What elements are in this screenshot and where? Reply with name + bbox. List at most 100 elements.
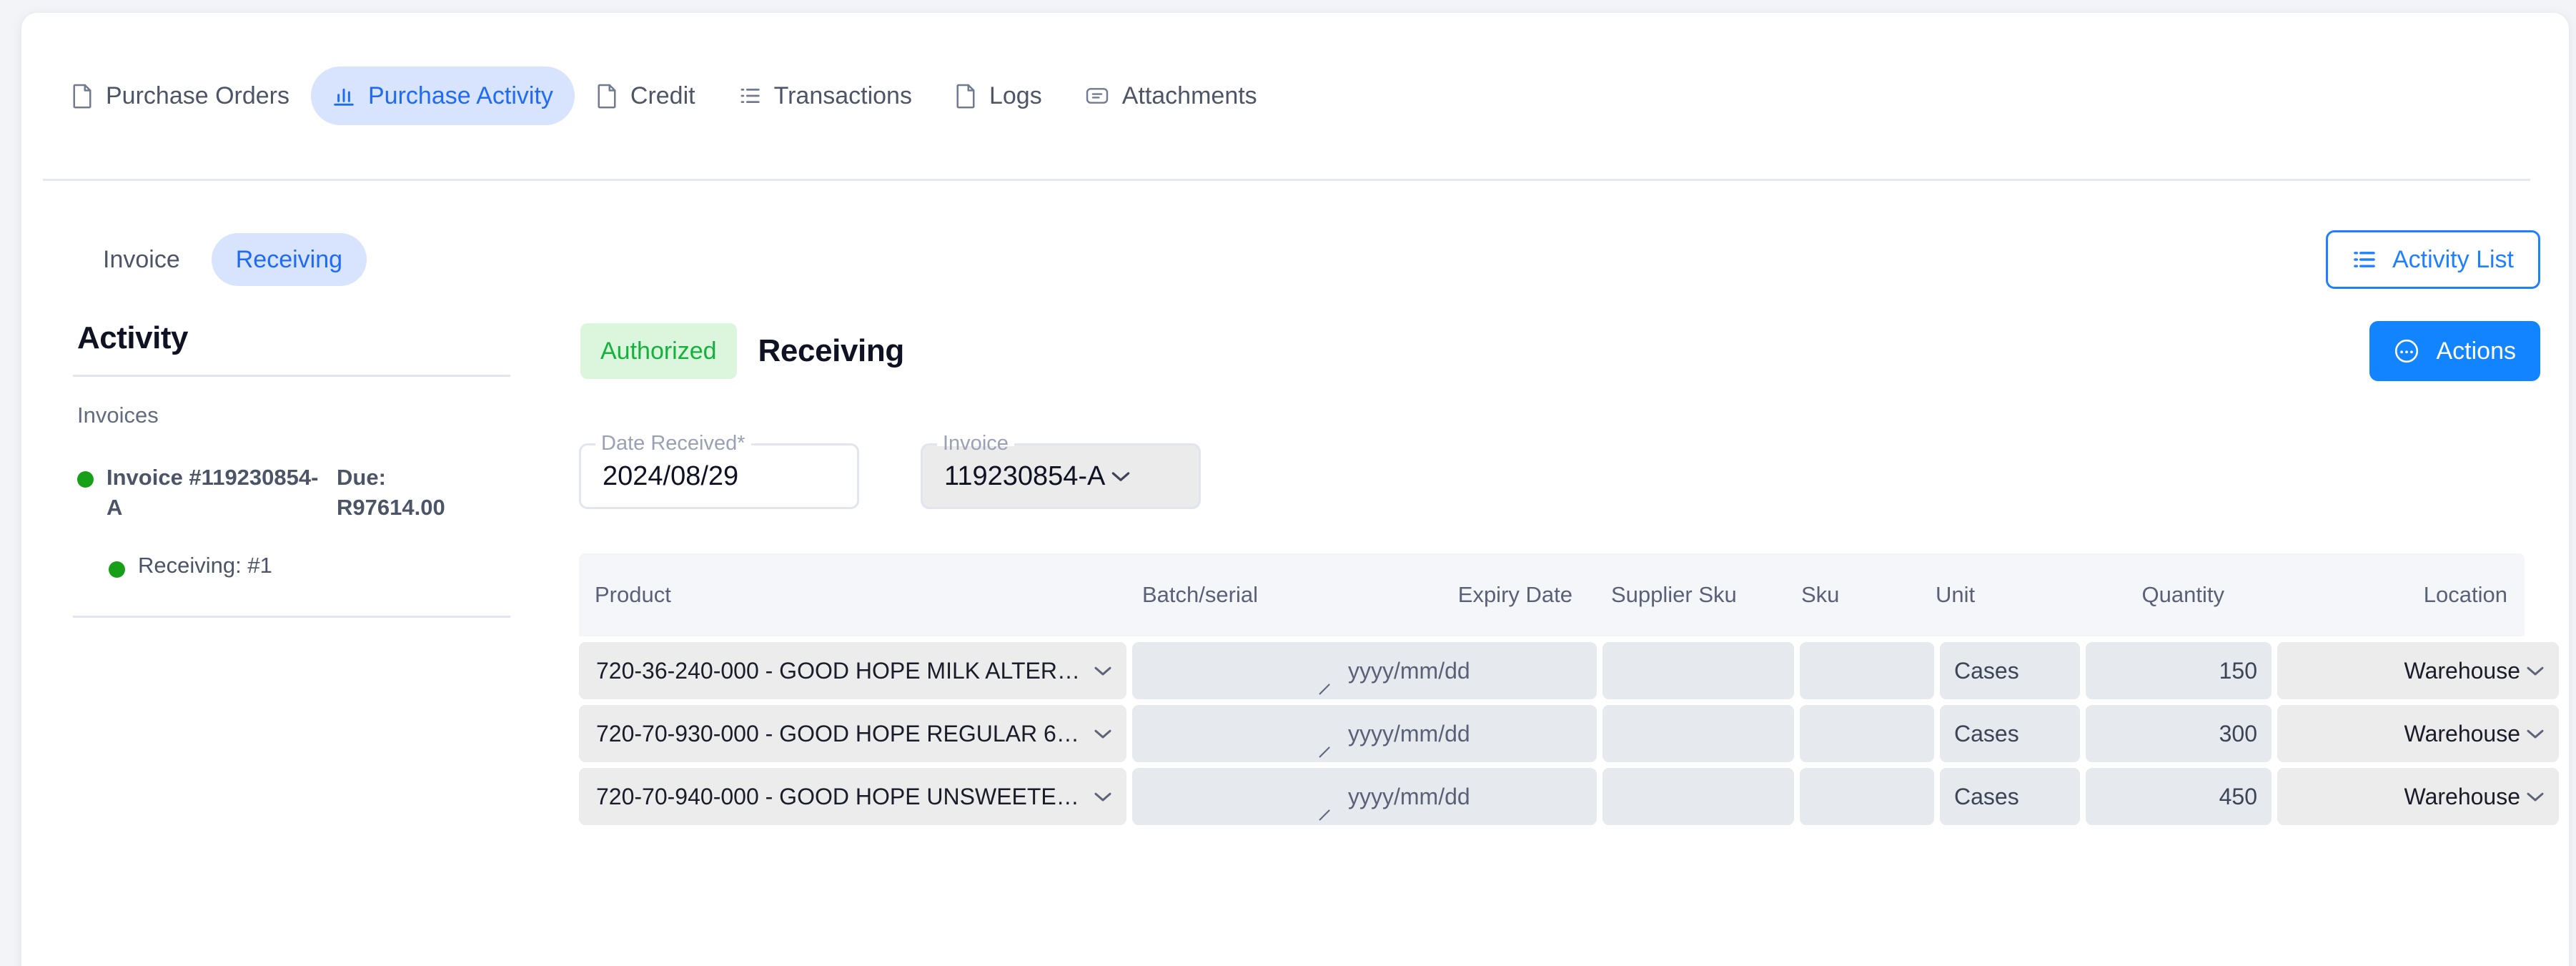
invoice-select-label: Invoice — [937, 432, 1014, 455]
expiry-date-placeholder: yyyy/mm/dd — [1348, 720, 1470, 746]
col-header-expiry-date: Expiry Date — [1457, 581, 1572, 607]
document-icon — [955, 83, 976, 109]
location-value: Warehouse — [2404, 783, 2520, 809]
location-value: Warehouse — [2404, 720, 2520, 746]
location-select[interactable]: Warehouse — [2277, 768, 2559, 825]
invoice-select-field[interactable]: Invoice 119230854-A — [921, 432, 1201, 509]
top-tab-bar: Purchase Orders Purchase Activity Credit… — [21, 13, 2569, 179]
list-icon — [2352, 248, 2377, 271]
quantity-input[interactable]: 450 — [2086, 768, 2272, 825]
product-name: 720-70-930-000 - GOOD HOPE REGULAR 6X1L — [596, 720, 1085, 746]
quantity-input[interactable]: 150 — [2086, 642, 2272, 699]
unit-value[interactable]: Cases — [1940, 642, 2080, 699]
unit-value[interactable]: Cases — [1940, 768, 2080, 825]
activity-sidebar: Activity Invoices Invoice #119230854-A D… — [56, 313, 527, 618]
app-page: Purchase Orders Purchase Activity Credit… — [0, 0, 2576, 966]
location-select[interactable]: Warehouse — [2277, 705, 2559, 762]
location-select[interactable]: Warehouse — [2277, 642, 2559, 699]
toggle-label: Receiving — [235, 245, 343, 273]
expiry-date-placeholder: yyyy/mm/dd — [1348, 657, 1470, 684]
tab-purchase-activity[interactable]: Purchase Activity — [311, 66, 575, 125]
sidebar-title: Activity — [77, 320, 188, 355]
toggle-receiving[interactable]: Receiving — [211, 233, 367, 286]
sku-input[interactable] — [1800, 642, 1934, 699]
chevron-down-icon — [1092, 789, 1114, 804]
expiry-date-input[interactable]: yyyy/mm/dd — [1334, 705, 1597, 762]
sidebar-receiving-item[interactable]: Receiving: #1 — [56, 523, 527, 578]
actions-label: Actions — [2436, 337, 2517, 365]
form-fields: Date Received* 2024/08/29 Invoice 119230… — [579, 382, 2552, 509]
date-received-value: 2024/08/29 — [603, 460, 739, 491]
status-badge: Authorized — [580, 323, 737, 379]
tab-transactions[interactable]: Transactions — [717, 66, 933, 125]
attachment-icon — [1085, 85, 1109, 107]
chevron-down-icon — [1092, 664, 1114, 678]
tab-label: Logs — [989, 82, 1042, 109]
col-header-sku: Sku — [1801, 581, 1840, 607]
supplier-sku-input[interactable] — [1602, 705, 1794, 762]
expiry-date-input[interactable]: yyyy/mm/dd — [1334, 768, 1597, 825]
sidebar-invoice-item[interactable]: Invoice #119230854-A Due: R97614.00 — [56, 435, 527, 523]
supplier-sku-input[interactable] — [1602, 642, 1794, 699]
expiry-date-input[interactable]: yyyy/mm/dd — [1334, 642, 1597, 699]
dots-circle-icon — [2394, 338, 2419, 364]
content-card: Purchase Orders Purchase Activity Credit… — [21, 13, 2569, 966]
view-toggle-group: Invoice Receiving — [79, 233, 367, 286]
status-dot-icon — [109, 561, 125, 578]
panel-header: Authorized Receiving Actions — [579, 313, 2552, 382]
col-header-location: Location — [2423, 581, 2507, 607]
actions-button[interactable]: Actions — [2369, 321, 2540, 381]
table-row: 720-36-240-000 - GOOD HOPE MILK ALTERNAT… — [579, 642, 2559, 699]
invoice-name: Invoice #119230854-A — [106, 465, 319, 520]
table-header-row: Product Batch/serial Expiry Date Supplie… — [579, 553, 2525, 636]
sidebar-divider-bottom — [73, 615, 510, 618]
product-select[interactable]: 720-70-940-000 - GOOD HOPE UNSWEETENED 6… — [579, 768, 1126, 825]
toggle-invoice[interactable]: Invoice — [79, 233, 204, 286]
chevron-down-icon — [2525, 726, 2546, 741]
bar-chart-icon — [332, 84, 355, 108]
table-row: 720-70-940-000 - GOOD HOPE UNSWEETENED 6… — [579, 768, 2559, 825]
table-row: 720-70-930-000 - GOOD HOPE REGULAR 6X1L … — [579, 705, 2559, 762]
document-icon — [596, 83, 618, 109]
quantity-input[interactable]: 300 — [2086, 705, 2272, 762]
location-value: Warehouse — [2404, 657, 2520, 684]
batch-serial-input[interactable] — [1132, 768, 1334, 825]
tab-logs[interactable]: Logs — [933, 66, 1064, 125]
activity-list-button[interactable]: Activity List — [2325, 230, 2540, 289]
date-received-label: Date Received* — [595, 432, 751, 455]
batch-serial-input[interactable] — [1132, 642, 1334, 699]
subnav-bar: Invoice Receiving Activity List — [21, 220, 2569, 299]
col-header-quantity: Quantity — [2141, 581, 2224, 607]
chevron-down-icon — [2525, 789, 2546, 804]
tab-attachments[interactable]: Attachments — [1064, 66, 1279, 125]
chevron-down-icon — [2525, 664, 2546, 678]
chevron-down-icon — [1109, 468, 1132, 484]
date-received-field[interactable]: Date Received* 2024/08/29 — [579, 432, 859, 509]
sku-input[interactable] — [1800, 705, 1934, 762]
sku-input[interactable] — [1800, 768, 1934, 825]
invoice-due-block: Due: R97614.00 — [337, 463, 445, 523]
tab-credit[interactable]: Credit — [575, 66, 717, 125]
tab-label: Purchase Activity — [368, 82, 553, 109]
resize-handle-icon[interactable] — [1318, 809, 1331, 822]
sidebar-section-label: Invoices — [77, 403, 159, 428]
receiving-label: Receiving: #1 — [138, 552, 272, 578]
supplier-sku-input[interactable] — [1602, 768, 1794, 825]
tab-label: Transactions — [773, 82, 912, 109]
status-dot-icon — [77, 471, 94, 488]
due-label: Due: — [337, 465, 386, 490]
document-icon — [71, 83, 93, 109]
expiry-date-placeholder: yyyy/mm/dd — [1348, 783, 1470, 809]
tab-purchase-orders[interactable]: Purchase Orders — [50, 66, 311, 125]
product-select[interactable]: 720-70-930-000 - GOOD HOPE REGULAR 6X1L — [579, 705, 1126, 762]
due-amount: R97614.00 — [337, 494, 445, 520]
col-header-batch-serial: Batch/serial — [1142, 581, 1258, 607]
product-name: 720-70-940-000 - GOOD HOPE UNSWEETENED 6… — [596, 783, 1085, 809]
resize-handle-icon[interactable] — [1318, 684, 1331, 696]
resize-handle-icon[interactable] — [1318, 746, 1331, 759]
batch-serial-input[interactable] — [1132, 705, 1334, 762]
product-select[interactable]: 720-36-240-000 - GOOD HOPE MILK ALTERNAT… — [579, 642, 1126, 699]
tab-label: Attachments — [1121, 82, 1257, 109]
unit-value[interactable]: Cases — [1940, 705, 2080, 762]
receiving-panel: Authorized Receiving Actions Date Receiv… — [579, 313, 2559, 825]
